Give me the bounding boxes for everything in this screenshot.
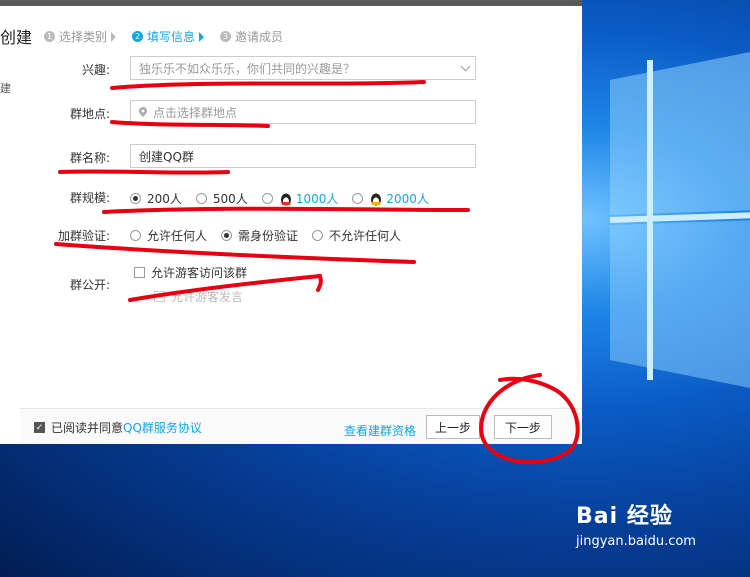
- interest-placeholder: 独乐乐不如众乐乐，你们共同的兴趣是？: [139, 61, 356, 76]
- option-label: 允许任何人: [147, 229, 208, 243]
- step-1: 1 选择类别: [44, 28, 117, 45]
- guest-visit-checkbox[interactable]: 允许游客访问该群: [134, 264, 247, 281]
- option-label: 200人: [147, 192, 182, 206]
- dialog-title: 创建: [0, 28, 33, 47]
- radio-icon[interactable]: [261, 193, 273, 204]
- verify-options: 允许任何人 需身份验证 不允许任何人: [130, 227, 415, 244]
- qq-penguin-red-icon: [280, 193, 291, 205]
- option-label: 允许游客发言: [171, 290, 244, 304]
- dialog-footer: ✓ 已阅读并同意 QQ群服务协议 查看建群资格 上一步 下一步: [20, 408, 582, 444]
- checkbox-icon: [154, 291, 165, 302]
- agreement: ✓ 已阅读并同意 QQ群服务协议: [34, 419, 202, 436]
- baidu-watermark: Bai 经验 jingyan.baidu.com: [576, 498, 696, 549]
- windows-logo-icon: [590, 40, 750, 400]
- option-label: 允许游客访问该群: [151, 266, 248, 280]
- scale-option-1000[interactable]: 1000人: [261, 190, 339, 207]
- checkbox-icon[interactable]: [134, 267, 145, 278]
- baidu-url: jingyan.baidu.com: [576, 534, 696, 549]
- option-label: 1000人: [295, 192, 339, 206]
- step-indicator: 1 选择类别 2 填写信息 3 邀请成员: [44, 28, 299, 45]
- location-field[interactable]: 点击选择群地点: [130, 100, 476, 124]
- step-number: 1: [44, 31, 55, 42]
- create-group-dialog: 创建 建 1 选择类别 2 填写信息 3 邀请成员 兴趣: 独乐乐不如众乐乐，你…: [0, 0, 582, 444]
- verify-option-anyone[interactable]: 允许任何人: [130, 227, 207, 244]
- radio-icon[interactable]: [195, 193, 207, 204]
- radio-icon[interactable]: [130, 193, 141, 204]
- scale-option-200[interactable]: 200人: [130, 190, 182, 207]
- qq-penguin-gold-icon: [371, 193, 382, 205]
- arrow-right-icon: [199, 31, 205, 42]
- interest-label: 兴趣:: [81, 63, 110, 77]
- group-name-value: 创建QQ群: [139, 149, 194, 164]
- verify-option-auth[interactable]: 需身份验证: [221, 227, 298, 244]
- map-pin-icon: [139, 107, 147, 117]
- step-number: 2: [132, 31, 144, 42]
- agree-checkbox[interactable]: ✓: [34, 422, 45, 433]
- scale-options: 200人 500人 1000人 2000人: [130, 190, 443, 207]
- name-label: 群名称:: [69, 151, 110, 165]
- option-label: 2000人: [386, 192, 429, 206]
- chevron-down-icon: [460, 61, 471, 72]
- verify-option-none[interactable]: 不允许任何人: [312, 227, 401, 244]
- qualification-link[interactable]: 查看建群资格: [344, 422, 416, 439]
- service-agreement-link[interactable]: QQ群服务协议: [123, 419, 202, 436]
- agree-text: 已阅读并同意: [51, 421, 124, 435]
- public-label: 群公开:: [69, 278, 110, 292]
- step-label: 填写信息: [147, 30, 196, 44]
- radio-icon[interactable]: [352, 193, 364, 204]
- verify-label: 加群验证:: [57, 229, 110, 243]
- radio-icon[interactable]: [130, 230, 141, 241]
- option-label: 不允许任何人: [329, 229, 402, 243]
- group-name-input[interactable]: 创建QQ群: [130, 144, 476, 168]
- scale-option-500[interactable]: 500人: [195, 190, 248, 207]
- location-placeholder: 点击选择群地点: [153, 105, 238, 120]
- radio-icon[interactable]: [312, 230, 324, 241]
- radio-icon[interactable]: [221, 230, 233, 241]
- interest-select[interactable]: 独乐乐不如众乐乐，你们共同的兴趣是？: [130, 56, 476, 80]
- prev-button[interactable]: 上一步: [426, 415, 480, 439]
- step-3: 3 邀请成员: [220, 28, 283, 45]
- side-text: 建: [0, 82, 11, 95]
- next-button[interactable]: 下一步: [494, 415, 552, 439]
- step-label: 邀请成员: [235, 30, 284, 44]
- scale-label: 群规模:: [69, 191, 110, 205]
- step-label: 选择类别: [59, 30, 108, 44]
- guest-speak-checkbox: 允许游客发言: [154, 288, 243, 305]
- step-2: 2 填写信息: [132, 28, 205, 45]
- baidu-brand: Bai 经验: [576, 504, 673, 529]
- scale-option-2000[interactable]: 2000人: [352, 190, 429, 207]
- arrow-right-icon: [111, 31, 117, 42]
- location-label: 群地点:: [69, 107, 110, 121]
- option-label: 需身份验证: [238, 229, 299, 243]
- step-number: 3: [220, 31, 232, 42]
- option-label: 500人: [212, 192, 248, 206]
